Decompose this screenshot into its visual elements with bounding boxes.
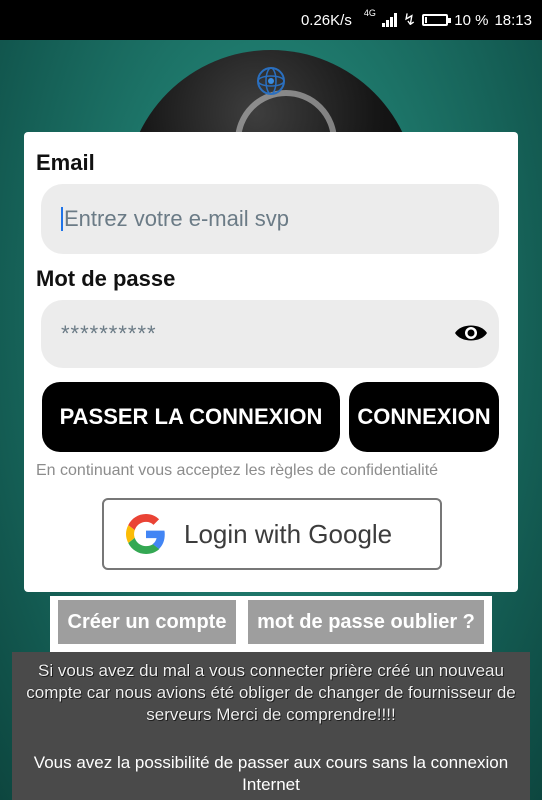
notice-banner: Si vous avez du mal a vous connecter pri… xyxy=(12,652,530,800)
text-cursor xyxy=(61,207,63,231)
password-value: ********** xyxy=(61,321,157,346)
email-placeholder: Entrez votre e-mail svp xyxy=(64,206,289,231)
email-field[interactable]: Entrez votre e-mail svp xyxy=(41,184,499,254)
email-label: Email xyxy=(36,150,95,175)
network-speed: 0.26K/s xyxy=(300,11,352,29)
clock: 18:13 xyxy=(494,11,532,29)
skip-login-button[interactable]: PASSER LA CONNEXION xyxy=(42,382,340,452)
signal-icon xyxy=(381,13,397,27)
status-bar: 0.26K/s 4G ↯ 10 % 18:13 xyxy=(0,0,542,40)
create-account-button[interactable]: Créer un compte xyxy=(58,600,236,644)
terms-text: En continuant vous acceptez les règles d… xyxy=(36,462,439,479)
notice-paragraph-2: Vous avez la possibilité de passer aux c… xyxy=(33,753,509,794)
charging-icon: ↯ xyxy=(402,12,417,29)
battery-icon xyxy=(422,14,452,26)
google-login-label: Login with Google xyxy=(184,518,393,549)
notice-paragraph-1: Si vous avez du mal a vous connecter pri… xyxy=(26,661,516,724)
secondary-actions: Créer un compte mot de passe oublier ? xyxy=(50,596,492,654)
google-icon xyxy=(126,514,165,554)
forgot-password-button[interactable]: mot de passe oublier ? xyxy=(248,600,484,644)
google-login-button[interactable]: Login with Google xyxy=(102,498,442,570)
login-button[interactable]: CONNEXION xyxy=(349,382,499,452)
app-logo-icon xyxy=(257,67,285,95)
login-card: Email Entrez votre e-mail svp Mot de pas… xyxy=(24,132,518,592)
battery-percent: 10 % xyxy=(454,11,489,29)
password-field[interactable]: ********** xyxy=(41,300,499,368)
eye-icon[interactable] xyxy=(453,320,489,346)
password-label: Mot de passe xyxy=(36,266,176,291)
network-type-label: 4G xyxy=(363,8,376,18)
